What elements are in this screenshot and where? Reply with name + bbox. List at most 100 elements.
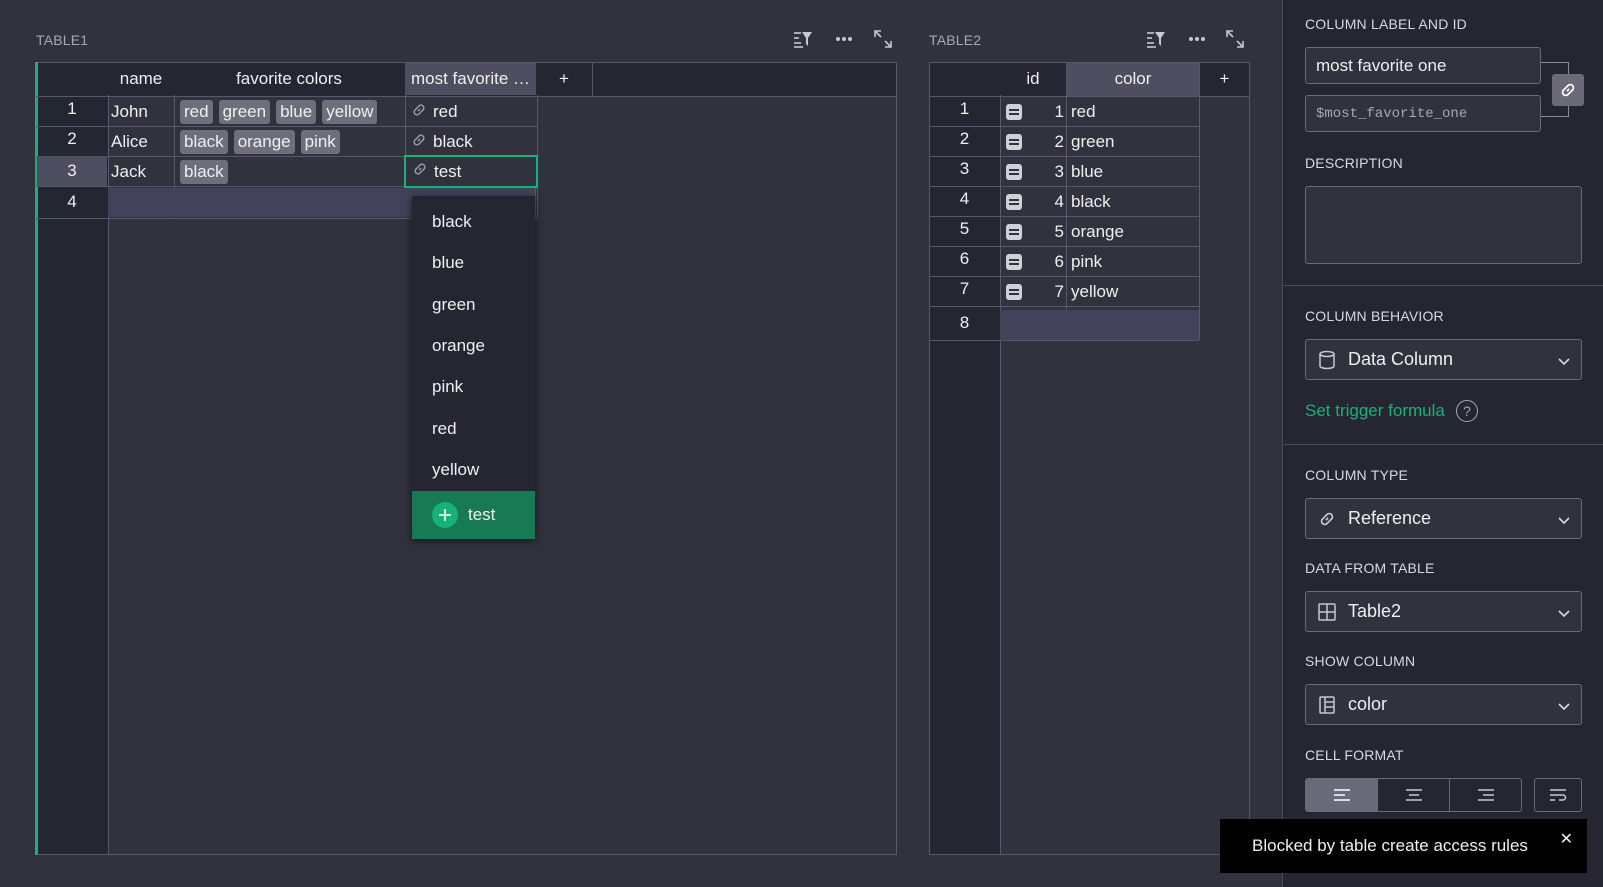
row-number[interactable]: 2 xyxy=(37,126,107,152)
sort-filter-icon[interactable] xyxy=(1145,28,1167,50)
wrap-text-button[interactable] xyxy=(1534,778,1582,812)
more-options-icon[interactable] xyxy=(1186,28,1208,50)
table-cell-color[interactable]: orange xyxy=(1071,218,1197,246)
table-cell-name[interactable]: John xyxy=(111,98,173,126)
alignment-button-group xyxy=(1305,778,1522,812)
align-center-button[interactable] xyxy=(1378,779,1450,811)
table-cell-id[interactable]: 3 xyxy=(1026,158,1064,186)
dropdown-item[interactable]: pink xyxy=(412,366,535,407)
new-row[interactable] xyxy=(1000,310,1199,340)
link-icon xyxy=(1561,83,1575,97)
table-icon xyxy=(1316,602,1338,621)
table-cell-reference[interactable]: black xyxy=(405,128,535,156)
choice-chip: blue xyxy=(276,100,317,124)
table-cell-favorite-colors[interactable]: black xyxy=(180,158,402,186)
table-cell-color[interactable]: green xyxy=(1071,128,1197,156)
align-left-button[interactable] xyxy=(1306,779,1378,811)
dropdown-item[interactable]: green xyxy=(412,284,535,325)
active-reference-editor[interactable]: test xyxy=(404,155,538,188)
link-toggle-button[interactable] xyxy=(1552,74,1584,106)
help-icon[interactable]: ? xyxy=(1456,400,1478,422)
row-number[interactable]: 1 xyxy=(930,96,999,122)
close-icon[interactable]: ✕ xyxy=(1560,829,1573,849)
column-id-text: $most_favorite_one xyxy=(1316,105,1468,122)
dropdown-item[interactable]: orange xyxy=(412,325,535,366)
column-config-panel: COLUMN LABEL AND ID most favorite one $m… xyxy=(1282,0,1603,887)
row-number[interactable]: 5 xyxy=(930,216,999,242)
set-trigger-formula-link[interactable]: Set trigger formula xyxy=(1305,401,1445,421)
record-card-icon[interactable] xyxy=(1006,224,1022,240)
dropdown-item[interactable]: yellow xyxy=(412,449,535,490)
record-card-icon[interactable] xyxy=(1006,134,1022,150)
row-number[interactable]: 6 xyxy=(930,246,999,272)
align-left-icon xyxy=(1333,789,1350,801)
table-cell-name[interactable]: Alice xyxy=(111,128,173,156)
select-value: Data Column xyxy=(1348,349,1454,369)
row-number[interactable]: 1 xyxy=(37,96,107,122)
table-cell-color[interactable]: blue xyxy=(1071,158,1197,186)
table-cell-id[interactable]: 7 xyxy=(1026,278,1064,306)
dropdown-item[interactable]: black xyxy=(412,201,535,242)
table-cell-color[interactable]: pink xyxy=(1071,248,1197,276)
record-card-icon[interactable] xyxy=(1006,194,1022,210)
column-label-input[interactable]: most favorite one xyxy=(1305,47,1541,84)
column-header-name[interactable]: name xyxy=(108,63,174,95)
table-cell-id[interactable]: 1 xyxy=(1026,98,1064,126)
section-label: SHOW COLUMN xyxy=(1305,653,1416,669)
table-cell-favorite-colors[interactable]: black orange pink xyxy=(180,128,402,156)
add-column-button[interactable]: + xyxy=(1200,63,1249,95)
reference-value: black xyxy=(433,132,473,151)
row-number[interactable]: 4 xyxy=(37,188,107,216)
section-label: DESCRIPTION xyxy=(1305,155,1403,171)
data-from-table-select[interactable]: Table2 xyxy=(1305,591,1582,632)
expand-icon[interactable] xyxy=(1224,28,1246,50)
column-icon xyxy=(1316,695,1338,714)
add-new-item-button[interactable]: test xyxy=(412,491,535,539)
row-number[interactable]: 2 xyxy=(930,126,999,152)
row-number[interactable]: 8 xyxy=(930,310,999,336)
row-number[interactable]: 7 xyxy=(930,276,999,302)
table-cell-color[interactable]: red xyxy=(1071,98,1197,126)
row-number[interactable]: 3 xyxy=(37,156,107,186)
record-card-icon[interactable] xyxy=(1006,164,1022,180)
toast-message: Blocked by table create access rules xyxy=(1252,836,1528,855)
column-header-most-favorite[interactable]: most favorite … xyxy=(405,63,536,95)
column-id-input[interactable]: $most_favorite_one xyxy=(1305,95,1541,132)
record-card-icon[interactable] xyxy=(1006,284,1022,300)
row-number[interactable]: 3 xyxy=(930,156,999,182)
link-icon xyxy=(411,102,427,123)
add-column-button[interactable]: + xyxy=(537,63,591,95)
more-options-icon[interactable] xyxy=(833,28,855,50)
table-cell-id[interactable]: 4 xyxy=(1026,188,1064,216)
column-header-color[interactable]: color xyxy=(1067,63,1199,95)
sort-filter-icon[interactable] xyxy=(792,28,814,50)
choice-chip: black xyxy=(180,160,228,184)
expand-icon[interactable] xyxy=(872,28,894,50)
dropdown-item[interactable]: red xyxy=(412,408,535,449)
link-icon xyxy=(1316,510,1338,528)
table-cell-reference[interactable]: red xyxy=(405,98,535,126)
column-type-select[interactable]: Reference xyxy=(1305,498,1582,539)
chevron-down-icon xyxy=(1557,697,1571,718)
table-cell-id[interactable]: 6 xyxy=(1026,248,1064,276)
table-cell-color[interactable]: yellow xyxy=(1071,278,1197,306)
description-textarea[interactable] xyxy=(1305,186,1582,264)
table-cell-id[interactable]: 5 xyxy=(1026,218,1064,246)
column-header-id[interactable]: id xyxy=(1000,63,1066,95)
dropdown-item[interactable]: blue xyxy=(412,242,535,283)
table-cell-name[interactable]: Jack xyxy=(111,158,173,186)
reference-value: red xyxy=(433,102,458,121)
row-number[interactable]: 4 xyxy=(930,186,999,212)
show-column-select[interactable]: color xyxy=(1305,684,1582,725)
align-right-icon xyxy=(1477,789,1494,801)
column-behavior-select[interactable]: Data Column xyxy=(1305,339,1582,380)
record-card-icon[interactable] xyxy=(1006,254,1022,270)
table-cell-color[interactable]: black xyxy=(1071,188,1197,216)
database-icon xyxy=(1316,350,1338,370)
align-right-button[interactable] xyxy=(1450,779,1521,811)
table-cell-id[interactable]: 2 xyxy=(1026,128,1064,156)
column-header-favorite-colors[interactable]: favorite colors xyxy=(174,63,404,95)
record-card-icon[interactable] xyxy=(1006,104,1022,120)
table-cell-favorite-colors[interactable]: red green blue yellow xyxy=(180,98,402,126)
chevron-down-icon xyxy=(1557,511,1571,532)
